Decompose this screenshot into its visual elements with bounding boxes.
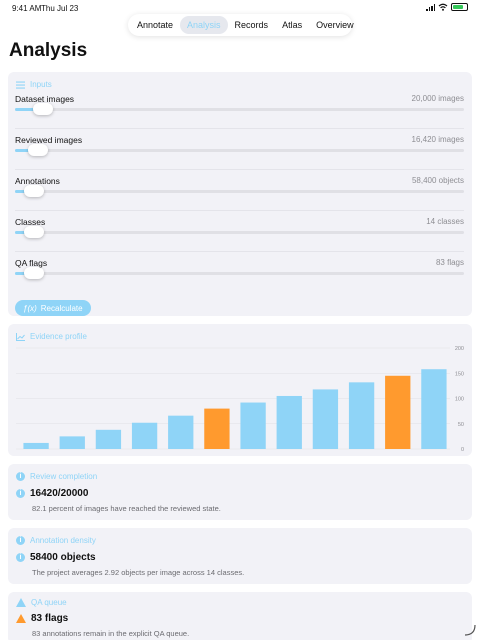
tab-annotate[interactable]: Annotate [130, 16, 180, 34]
status-time: 9:41 AM [12, 4, 42, 13]
density-header-label: Annotation density [30, 536, 96, 545]
recalculate-label: Recalculate [40, 303, 83, 313]
qa-card: QA queue 83 flags 83 annotations remain … [8, 592, 472, 640]
info-icon: i [16, 536, 25, 545]
review-card: i Review completion i 16420/20000 82.1 p… [8, 464, 472, 520]
warning-icon [16, 614, 26, 623]
review-value: 16420/20000 [30, 488, 89, 499]
info-icon: i [16, 472, 25, 481]
cellular-signal-icon [426, 3, 435, 11]
input-row: QA flags 83 flags [15, 258, 464, 282]
divider [15, 128, 464, 129]
qa-flags-slider-thumb[interactable] [23, 267, 44, 279]
dataset-images-slider[interactable] [15, 108, 464, 111]
input-row: Classes 14 classes [15, 217, 464, 241]
evidence-chart: 0 50 100 150 200 [16, 346, 464, 453]
evidence-card: Evidence profile 0 50 100 150 200 [8, 324, 472, 456]
tab-records[interactable]: Records [228, 16, 276, 34]
input-row: Reviewed images 16,420 images [15, 135, 464, 159]
divider [15, 251, 464, 252]
recalculate-button[interactable]: ƒ(x) Recalculate [15, 300, 91, 316]
qa-flags-value: 83 flags [435, 258, 464, 267]
reviewed-images-label: Reviewed images [15, 135, 83, 145]
dataset-images-slider-thumb[interactable] [32, 103, 53, 115]
qa-value-row: 83 flags [16, 613, 68, 624]
input-row: Dataset images 20,000 images [15, 94, 464, 118]
review-header: i Review completion [16, 472, 97, 481]
chart-bar [312, 389, 339, 449]
y-tick-label: 0 [461, 447, 464, 453]
review-header-label: Review completion [30, 472, 98, 481]
chart-bar [95, 429, 122, 449]
warning-icon [16, 598, 26, 607]
tab-overview[interactable]: Overview [309, 16, 361, 34]
status-icons [426, 3, 468, 11]
wifi-icon [438, 3, 448, 11]
density-description: The project averages 2.92 objects per im… [32, 568, 245, 577]
review-value-row: i 16420/20000 [16, 488, 88, 499]
battery-icon [451, 3, 468, 11]
resize-corner-icon[interactable] [464, 624, 476, 636]
tab-atlas[interactable]: Atlas [275, 16, 309, 34]
reviewed-images-slider[interactable] [15, 149, 464, 152]
annotations-value: 58,400 objects [411, 176, 464, 185]
status-date: Thu Jul 23 [41, 4, 79, 13]
review-description: 82.1 percent of images have reached the … [32, 504, 221, 513]
list-icon [16, 81, 25, 89]
chart-bar [348, 382, 375, 449]
y-tick-label: 100 [455, 397, 464, 403]
info-icon: i [16, 489, 25, 498]
chart-bar [131, 422, 158, 449]
tab-analysis[interactable]: Analysis [180, 16, 228, 34]
chart-bar [23, 442, 49, 449]
density-header: i Annotation density [16, 536, 96, 545]
chart-bar [385, 375, 411, 449]
function-icon: ƒ(x) [23, 303, 37, 313]
y-tick-label: 200 [455, 346, 464, 352]
qa-header-label: QA queue [31, 598, 67, 607]
qa-flags-slider[interactable] [15, 272, 464, 275]
annotations-slider-thumb[interactable] [23, 185, 44, 197]
chart-bar [240, 402, 266, 449]
dataset-images-value: 20,000 images [411, 94, 464, 103]
density-value: 58400 objects [30, 552, 96, 563]
classes-value: 14 classes [426, 217, 464, 226]
density-card: i Annotation density i 58400 objects The… [8, 528, 472, 584]
reviewed-images-slider-thumb[interactable] [28, 144, 49, 156]
chart-bar [421, 369, 447, 449]
tab-bar: Annotate Analysis Records Atlas Overview [128, 14, 354, 36]
page-title: Analysis [9, 40, 88, 61]
chart-bar [204, 408, 230, 449]
reviewed-images-value: 16,420 images [411, 135, 464, 144]
divider [15, 169, 464, 170]
qa-value: 83 flags [31, 613, 69, 624]
y-tick-label: 50 [458, 422, 464, 428]
divider [15, 210, 464, 211]
classes-slider[interactable] [15, 231, 464, 234]
chart-bar [276, 395, 302, 449]
inputs-card: Inputs Dataset images 20,000 images Review… [8, 72, 472, 316]
qa-header: QA queue [16, 598, 67, 607]
input-row: Annotations 58,400 objects [15, 176, 464, 200]
chart-bar [59, 436, 85, 449]
y-tick-label: 150 [455, 371, 464, 377]
inputs-header: Inputs [16, 80, 52, 89]
info-icon: i [16, 553, 25, 562]
annotations-slider[interactable] [15, 190, 464, 193]
inputs-header-label: Inputs [30, 80, 52, 89]
density-value-row: i 58400 objects [16, 552, 96, 563]
classes-slider-thumb[interactable] [23, 226, 44, 238]
chart-bar [168, 415, 194, 449]
qa-description: 83 annotations remain in the explicit QA… [32, 629, 190, 638]
